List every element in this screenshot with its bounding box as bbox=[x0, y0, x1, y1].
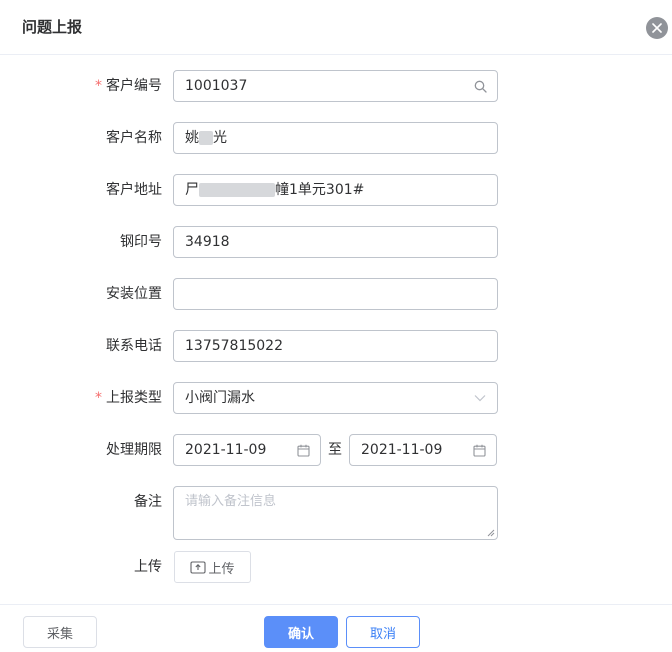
remark-placeholder: 请输入备注信息 bbox=[185, 494, 277, 509]
customer-address-input[interactable]: 尸 幢1单元301# bbox=[173, 174, 498, 206]
deadline-start-value: 2021-11-09 bbox=[185, 442, 267, 458]
customer-address-label: 客户地址 bbox=[106, 182, 162, 198]
report-dialog: 问题上报 * 客户编号 1001037 客户名称 姚光 客户地址 尸 幢1单元301… bbox=[0, 0, 672, 652]
upload-icon bbox=[190, 561, 207, 574]
seal-no-value: 34918 bbox=[185, 234, 230, 250]
redacted-block bbox=[199, 183, 275, 197]
row-deadline: 处理期限 2021-11-09 至 2021-11-09 bbox=[0, 434, 672, 466]
row-phone: 联系电话 13757815022 bbox=[0, 330, 672, 362]
customer-name-suffix: 光 bbox=[213, 130, 227, 146]
phone-value: 13757815022 bbox=[185, 338, 283, 354]
close-button[interactable] bbox=[646, 17, 668, 39]
customer-no-input[interactable]: 1001037 bbox=[173, 70, 498, 102]
required-mark: * bbox=[95, 390, 102, 406]
row-report-type: * 上报类型 小阀门漏水 bbox=[0, 382, 672, 414]
date-range-separator: 至 bbox=[328, 442, 342, 458]
row-customer-name: 客户名称 姚光 bbox=[0, 122, 672, 154]
confirm-button[interactable]: 确认 bbox=[264, 616, 338, 648]
row-remark: 备注 请输入备注信息 bbox=[0, 486, 672, 540]
deadline-end-input[interactable]: 2021-11-09 bbox=[349, 434, 497, 466]
install-location-label: 安装位置 bbox=[106, 286, 162, 302]
row-upload: 上传 上传 bbox=[0, 551, 672, 583]
customer-name-label: 客户名称 bbox=[106, 130, 162, 146]
customer-no-label: * 客户编号 bbox=[95, 78, 162, 94]
redacted-block bbox=[199, 131, 213, 145]
collect-button[interactable]: 采集 bbox=[23, 616, 97, 648]
customer-name-prefix: 姚 bbox=[185, 130, 199, 146]
search-icon[interactable] bbox=[473, 79, 487, 93]
row-install-location: 安装位置 bbox=[0, 278, 672, 310]
dialog-title: 问题上报 bbox=[22, 18, 83, 36]
row-customer-no: * 客户编号 1001037 bbox=[0, 70, 672, 102]
customer-address-prefix: 尸 bbox=[185, 182, 199, 198]
chevron-down-icon bbox=[473, 391, 487, 405]
calendar-icon bbox=[296, 443, 310, 457]
customer-name-input[interactable]: 姚光 bbox=[173, 122, 498, 154]
deadline-start-input[interactable]: 2021-11-09 bbox=[173, 434, 321, 466]
phone-label: 联系电话 bbox=[106, 338, 162, 354]
dialog-header: 问题上报 bbox=[0, 0, 672, 55]
report-type-value: 小阀门漏水 bbox=[185, 390, 255, 406]
row-seal-no: 钢印号 34918 bbox=[0, 226, 672, 258]
seal-no-input[interactable]: 34918 bbox=[173, 226, 498, 258]
cancel-button[interactable]: 取消 bbox=[346, 616, 420, 648]
upload-button[interactable]: 上传 bbox=[174, 551, 251, 583]
deadline-end-value: 2021-11-09 bbox=[361, 442, 443, 458]
report-type-label: * 上报类型 bbox=[95, 390, 162, 406]
row-customer-address: 客户地址 尸 幢1单元301# bbox=[0, 174, 672, 206]
customer-no-value: 1001037 bbox=[185, 78, 248, 94]
report-type-select[interactable]: 小阀门漏水 bbox=[173, 382, 498, 414]
install-location-input[interactable] bbox=[173, 278, 498, 310]
resize-handle-icon[interactable] bbox=[487, 529, 495, 537]
phone-input[interactable]: 13757815022 bbox=[173, 330, 498, 362]
required-mark: * bbox=[95, 78, 102, 94]
seal-no-label: 钢印号 bbox=[120, 234, 162, 250]
remark-textarea[interactable]: 请输入备注信息 bbox=[173, 486, 498, 540]
upload-label: 上传 bbox=[134, 559, 162, 575]
dialog-footer: 采集 确认 取消 bbox=[0, 604, 672, 652]
close-icon bbox=[652, 23, 662, 33]
calendar-icon bbox=[472, 443, 486, 457]
remark-label: 备注 bbox=[134, 494, 162, 510]
deadline-label: 处理期限 bbox=[106, 442, 162, 458]
customer-address-suffix: 幢1单元301# bbox=[275, 182, 365, 198]
upload-button-label: 上传 bbox=[208, 561, 235, 577]
